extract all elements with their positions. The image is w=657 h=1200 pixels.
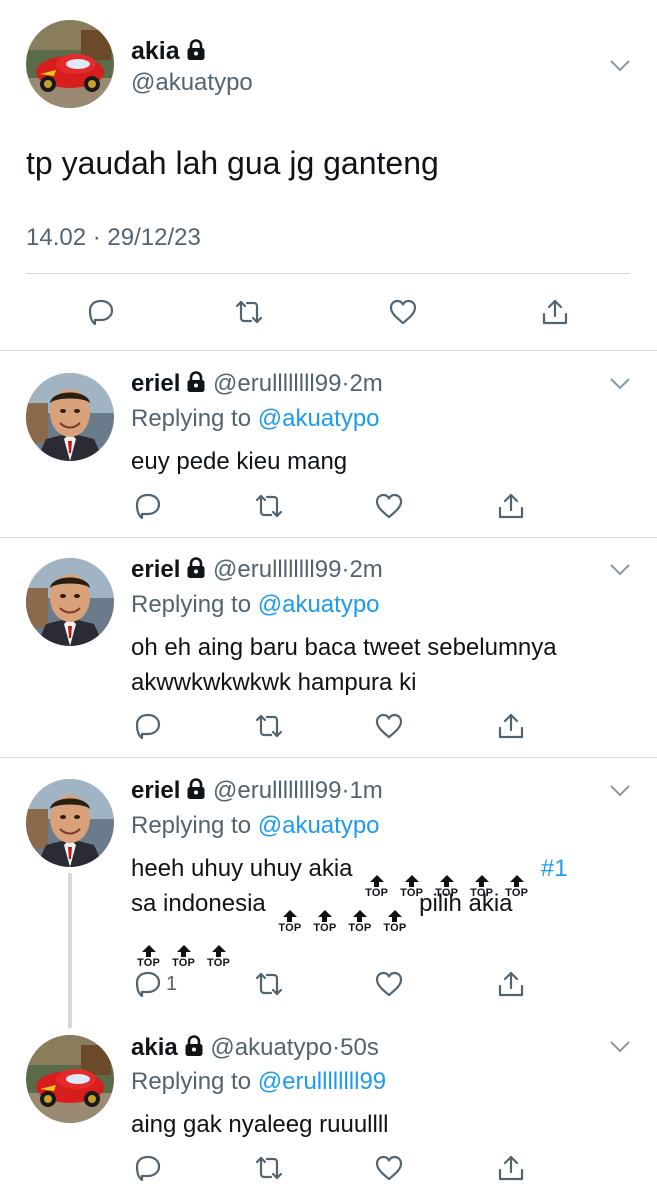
reply-text-line-2: akwwkwkwkwk hampura ki [131,669,417,696]
chevron-down-icon[interactable] [609,1040,631,1054]
like-icon[interactable] [374,969,404,999]
retweet-icon[interactable] [254,711,284,741]
divider [0,350,657,351]
avatar-akia[interactable] [26,1035,114,1123]
display-name[interactable]: eriel [131,777,180,804]
reply-header: eriel @erullllllll99·2m [131,369,383,399]
top-arrow-emoji: TOP [131,945,166,969]
top-arrow-emoji: TOP [201,945,236,969]
lock-icon [184,1035,204,1057]
tweet-timestamp: 14.02 · 29/12/23 [26,223,201,253]
reply-icon[interactable] [86,297,116,327]
reply-time: 2m [349,370,383,397]
display-name[interactable]: akia [131,1034,178,1061]
replying-to: Replying to @erullllllll99 [131,1067,386,1097]
chevron-down-icon[interactable] [609,563,631,577]
replying-to-handle[interactable]: @akuatypo [258,812,380,839]
tweet-time: 14.02 [26,224,87,251]
replying-to-label: Replying to [131,405,252,432]
retweet-icon[interactable] [254,491,284,521]
separator-dot: · [332,1034,341,1061]
handle[interactable]: @akuatypo [131,68,253,98]
reply-text: aing gak nyaleeg ruuullll [131,1111,389,1138]
reply-header: eriel @erullllllll99·1m [131,776,383,806]
handle[interactable]: @erullllllll99 [213,777,341,804]
reply-header: eriel @erullllllll99·2m [131,555,383,585]
handle[interactable]: @akuatypo [210,1034,332,1061]
retweet-icon[interactable] [254,1153,284,1183]
reply-header: akia @akuatypo·50s [131,1033,379,1063]
share-icon[interactable] [496,491,526,521]
replying-to: Replying to @akuatypo [131,811,380,841]
chevron-down-icon[interactable] [609,784,631,798]
replying-to: Replying to @akuatypo [131,404,380,434]
replying-to-label: Replying to [131,1068,252,1095]
share-icon[interactable] [496,711,526,741]
face-avatar-image [26,558,114,646]
divider [0,537,657,538]
reply-text-segment: pilih akia [419,890,513,917]
reply-text-segment: sa indonesia [131,890,266,917]
reply-text: euy pede kieu mang [131,448,348,475]
divider [26,273,630,274]
like-icon[interactable] [374,1153,404,1183]
tweet-date: 29/12/23 [107,224,201,251]
thread-line [68,873,72,1028]
car-avatar-image [26,20,114,108]
face-avatar-image [26,779,114,867]
car-avatar-image [26,1035,114,1123]
reply-text-line-3: TOP TOP TOP [131,921,236,969]
share-icon[interactable] [496,1153,526,1183]
reply-text-line-1: oh eh aing baru baca tweet sebelumnya [131,634,557,661]
retweet-icon[interactable] [254,969,284,999]
reply-time: 2m [349,556,383,583]
chevron-down-icon[interactable] [609,59,631,73]
tweet-text: tp yaudah lah gua jg ganteng [26,145,439,181]
replying-to-label: Replying to [131,591,252,618]
separator-dot: · [92,224,101,251]
chevron-down-icon[interactable] [609,377,631,391]
handle[interactable]: @erullllllll99 [213,556,341,583]
share-icon[interactable] [496,969,526,999]
replying-to-handle[interactable]: @akuatypo [258,591,380,618]
display-name[interactable]: eriel [131,556,180,583]
avatar-eriel[interactable] [26,558,114,646]
top-arrow-emoji: TOP [272,910,307,934]
share-icon[interactable] [540,297,570,327]
reply-icon[interactable] [133,491,163,521]
display-name[interactable]: eriel [131,370,180,397]
replying-to-label: Replying to [131,812,252,839]
hashtag-link[interactable]: #1 [541,855,568,882]
lock-icon [186,778,206,800]
reply-text-segment: heeh uhuy uhuy akia [131,855,353,882]
retweet-icon[interactable] [234,297,264,327]
top-arrow-emoji: TOP [377,910,412,934]
lock-icon [186,557,206,579]
reply-icon[interactable] [133,969,163,999]
like-icon[interactable] [388,297,418,327]
reply-icon[interactable] [133,711,163,741]
handle[interactable]: @erullllllll99 [213,370,341,397]
lock-icon [186,371,206,393]
reply-time: 1m [349,777,383,804]
like-icon[interactable] [374,711,404,741]
lock-icon [186,39,206,61]
reply-icon[interactable] [133,1153,163,1183]
display-name[interactable]: akia [131,37,180,65]
reply-time: 50s [340,1034,379,1061]
reply-count: 1 [166,973,178,995]
replying-to: Replying to @akuatypo [131,590,380,620]
replying-to-handle[interactable]: @akuatypo [258,405,380,432]
top-arrow-emoji: TOP [166,945,201,969]
top-arrow-emoji: TOP [307,910,342,934]
avatar-akia[interactable] [26,20,114,108]
avatar-eriel[interactable] [26,779,114,867]
avatar-eriel[interactable] [26,373,114,461]
replying-to-handle[interactable]: @erullllllll99 [258,1068,386,1095]
face-avatar-image [26,373,114,461]
like-icon[interactable] [374,491,404,521]
divider [0,757,657,758]
top-arrow-emoji: TOP [342,910,377,934]
